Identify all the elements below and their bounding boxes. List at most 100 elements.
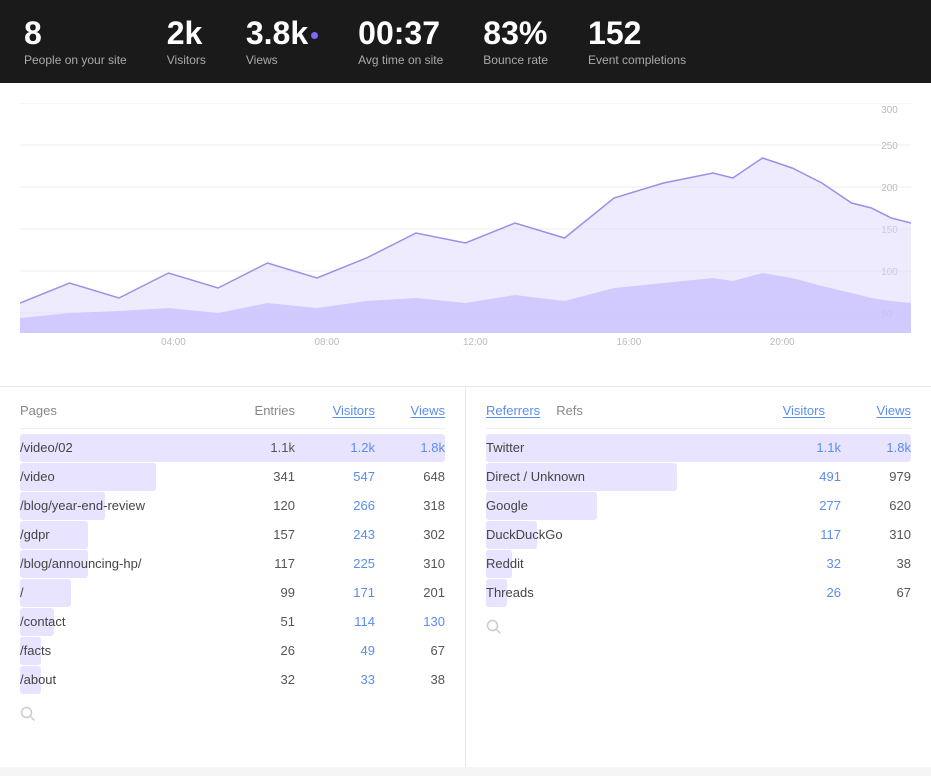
page-visitors: 114 <box>295 614 375 629</box>
table-row[interactable]: /about323338 <box>20 665 445 694</box>
referrer-source: Google <box>486 498 761 513</box>
page-path: /blog/announcing-hp/ <box>20 556 215 571</box>
svg-text:200: 200 <box>881 183 898 194</box>
page-path: /facts <box>20 643 215 658</box>
page-views: 648 <box>375 469 445 484</box>
referrers-panel: Referrers Refs Visitors Views Twitter1.1… <box>466 387 931 767</box>
page-path: /video/02 <box>20 440 215 455</box>
stat-events-value: 152 <box>588 16 686 51</box>
page-path: /video <box>20 469 215 484</box>
referrer-views: 620 <box>841 498 911 513</box>
pages-table-body: /video/021.1k1.2k1.8k/video341547648/blo… <box>20 433 445 694</box>
chart-container: 50 100 150 200 250 300 04:00 08:00 12:00… <box>0 83 931 387</box>
table-row[interactable]: DuckDuckGo117310 <box>486 520 911 549</box>
page-entries: 51 <box>215 614 295 629</box>
page-visitors: 49 <box>295 643 375 658</box>
pages-col-views-header[interactable]: Views <box>375 403 445 418</box>
pages-col-visitors-header[interactable]: Visitors <box>295 403 375 418</box>
referrer-source: Reddit <box>486 556 761 571</box>
referrer-views: 38 <box>841 556 911 571</box>
stat-bounce-label: Bounce rate <box>483 53 548 67</box>
table-row[interactable]: Google277620 <box>486 491 911 520</box>
tab-referrers[interactable]: Referrers <box>486 403 540 418</box>
page-views: 302 <box>375 527 445 542</box>
table-row[interactable]: /gdpr157243302 <box>20 520 445 549</box>
stat-visitors-value: 2k <box>167 16 206 51</box>
page-entries: 99 <box>215 585 295 600</box>
referrers-search-icon-row[interactable] <box>486 619 911 638</box>
pages-search-icon-row[interactable] <box>20 706 445 725</box>
svg-text:08:00: 08:00 <box>315 337 340 348</box>
referrer-views: 67 <box>841 585 911 600</box>
stats-bar: 8 People on your site 2k Visitors 3.8k V… <box>0 0 931 83</box>
stat-people-label: People on your site <box>24 53 127 67</box>
referrer-visitors: 1.1k <box>761 440 841 455</box>
page-path: /about <box>20 672 215 687</box>
referrer-visitors: 491 <box>761 469 841 484</box>
stat-bounce-value: 83% <box>483 16 548 51</box>
page-entries: 341 <box>215 469 295 484</box>
pages-col-entries-header: Entries <box>215 403 295 418</box>
table-row[interactable]: /video341547648 <box>20 462 445 491</box>
page-visitors: 1.2k <box>295 440 375 455</box>
stat-views: 3.8k Views <box>246 16 318 67</box>
page-entries: 32 <box>215 672 295 687</box>
search-icon[interactable] <box>486 619 502 635</box>
page-visitors: 547 <box>295 469 375 484</box>
page-views: 67 <box>375 643 445 658</box>
stat-events-label: Event completions <box>588 53 686 67</box>
referrer-source: Twitter <box>486 440 761 455</box>
referrer-visitors: 26 <box>761 585 841 600</box>
stat-bounce: 83% Bounce rate <box>483 16 548 67</box>
search-icon[interactable] <box>20 706 36 722</box>
table-row[interactable]: /video/021.1k1.2k1.8k <box>20 433 445 462</box>
page-views: 1.8k <box>375 440 445 455</box>
referrer-visitors: 117 <box>761 527 841 542</box>
page-entries: 157 <box>215 527 295 542</box>
stat-visitors-label: Visitors <box>167 53 206 67</box>
pages-col-page-header: Pages <box>20 403 215 418</box>
table-row[interactable]: /facts264967 <box>20 636 445 665</box>
table-row[interactable]: Reddit3238 <box>486 549 911 578</box>
table-row[interactable]: Twitter1.1k1.8k <box>486 433 911 462</box>
page-entries: 120 <box>215 498 295 513</box>
page-visitors: 33 <box>295 672 375 687</box>
table-row[interactable]: Direct / Unknown491979 <box>486 462 911 491</box>
page-visitors: 225 <box>295 556 375 571</box>
page-visitors: 171 <box>295 585 375 600</box>
table-row[interactable]: /99171201 <box>20 578 445 607</box>
svg-text:20:00: 20:00 <box>770 337 795 348</box>
referrer-views: 310 <box>841 527 911 542</box>
ref-col-visitors-header[interactable]: Visitors <box>745 403 825 418</box>
pages-panel: Pages Entries Visitors Views /video/021.… <box>0 387 466 767</box>
page-path: / <box>20 585 215 600</box>
page-visitors: 266 <box>295 498 375 513</box>
tab-refs[interactable]: Refs <box>556 403 583 418</box>
page-entries: 1.1k <box>215 440 295 455</box>
stat-people-value: 8 <box>24 16 127 51</box>
bottom-panels: Pages Entries Visitors Views /video/021.… <box>0 387 931 767</box>
stat-views-value: 3.8k <box>246 16 318 51</box>
table-row[interactable]: /blog/year-end-review120266318 <box>20 491 445 520</box>
page-views: 201 <box>375 585 445 600</box>
stat-visitors: 2k Visitors <box>167 16 206 67</box>
page-views: 130 <box>375 614 445 629</box>
page-entries: 117 <box>215 556 295 571</box>
svg-text:16:00: 16:00 <box>616 337 641 348</box>
referrers-table-body: Twitter1.1k1.8kDirect / Unknown491979Goo… <box>486 433 911 607</box>
svg-text:300: 300 <box>881 105 898 116</box>
main-chart: 50 100 150 200 250 300 04:00 08:00 12:00… <box>20 103 911 353</box>
page-path: /blog/year-end-review <box>20 498 215 513</box>
table-row[interactable]: /contact51114130 <box>20 607 445 636</box>
page-path: /gdpr <box>20 527 215 542</box>
live-dot <box>311 32 318 39</box>
svg-text:12:00: 12:00 <box>463 337 488 348</box>
table-row[interactable]: Threads2667 <box>486 578 911 607</box>
table-row[interactable]: /blog/announcing-hp/117225310 <box>20 549 445 578</box>
ref-col-views-header[interactable]: Views <box>841 403 911 418</box>
referrer-source: Direct / Unknown <box>486 469 761 484</box>
referrers-tabs: Referrers Refs Visitors Views <box>486 403 911 429</box>
stat-avg-time-value: 00:37 <box>358 16 443 51</box>
page-entries: 26 <box>215 643 295 658</box>
referrer-source: Threads <box>486 585 761 600</box>
